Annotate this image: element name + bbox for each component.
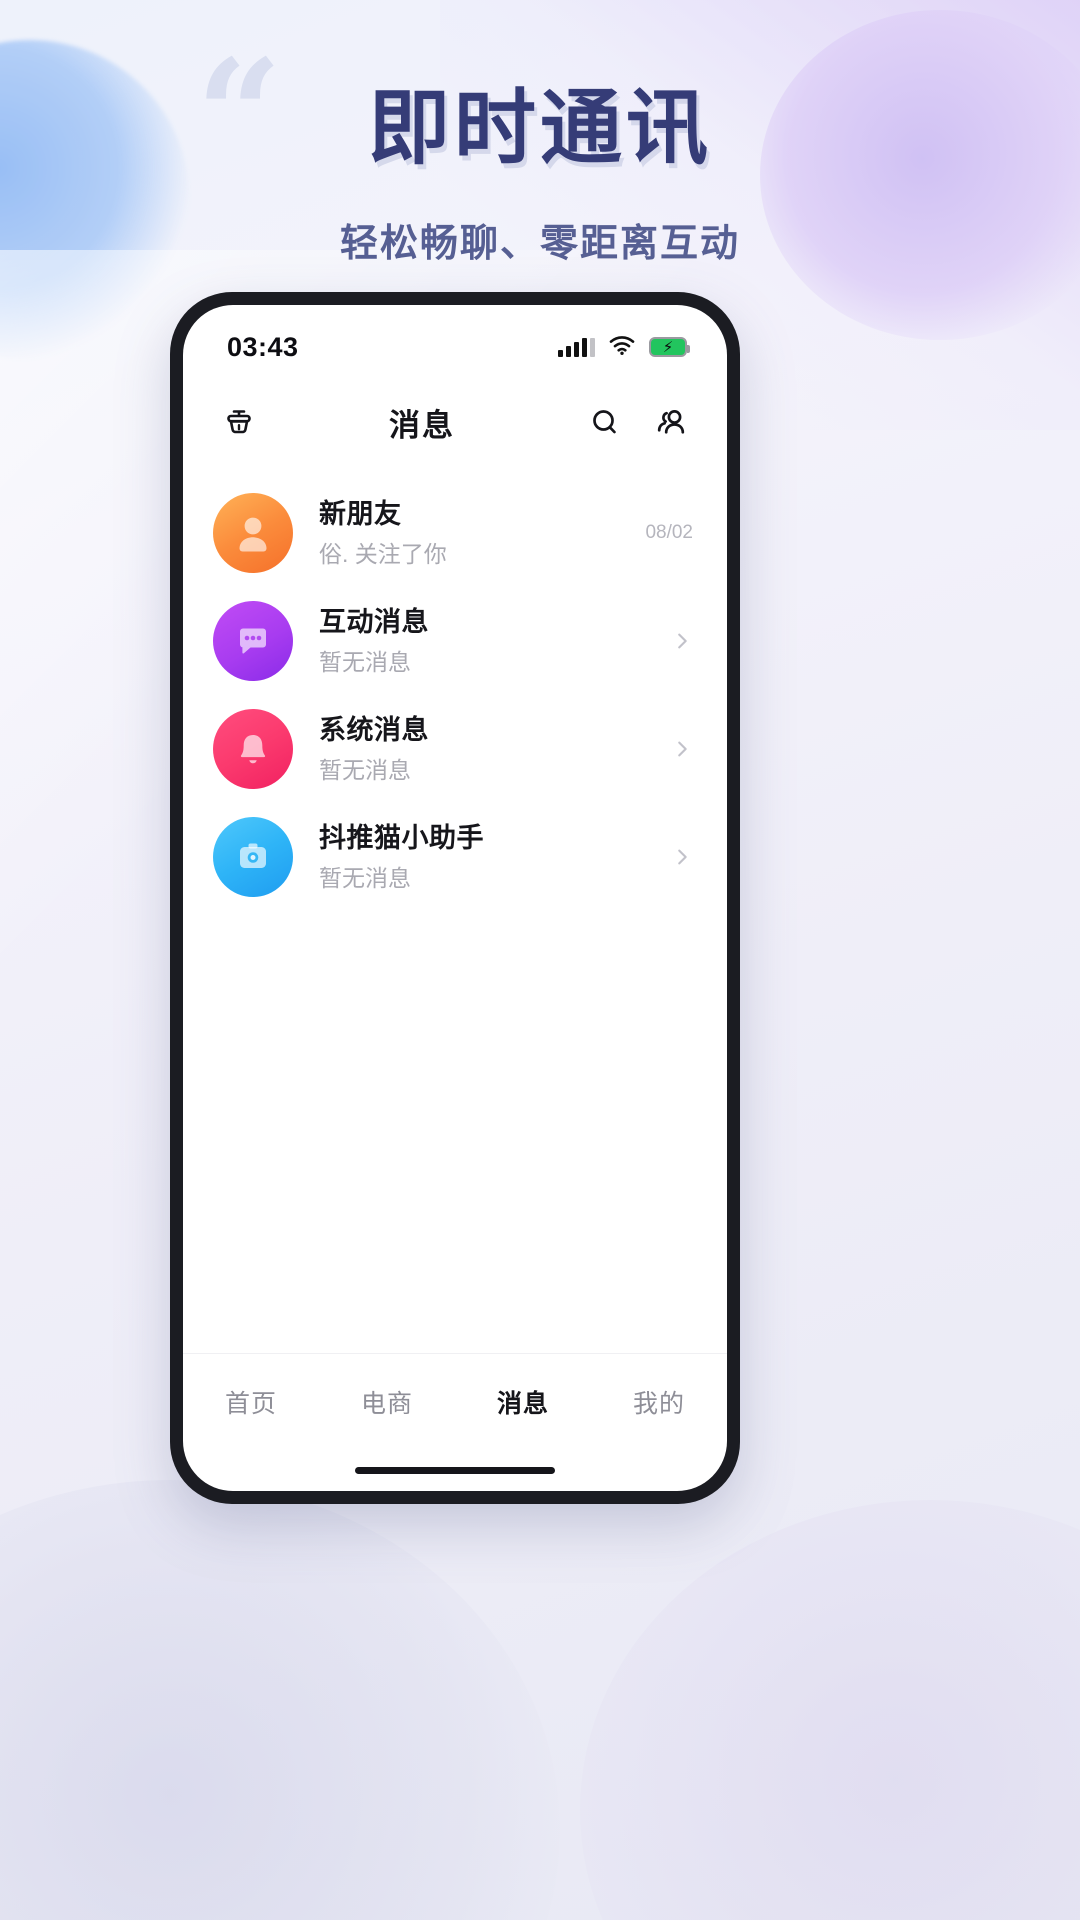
list-item-text: 系统消息 暂无消息 <box>293 714 671 784</box>
list-item-title: 互动消息 <box>319 606 429 637</box>
list-item-time: 08/02 <box>645 522 693 543</box>
shopping-basket-icon[interactable] <box>217 400 261 444</box>
status-bar-clock: 03:43 <box>227 331 299 362</box>
app-nav-bar: 消息 <box>183 379 727 465</box>
tab-home[interactable]: 首页 <box>183 1384 319 1420</box>
list-item-trailing <box>671 846 693 868</box>
avatar <box>213 817 293 897</box>
list-item[interactable]: 系统消息 暂无消息 <box>183 695 727 803</box>
nav-right-actions <box>583 400 693 444</box>
page-subtitle: 轻松畅聊、零距离互动 <box>339 223 740 265</box>
avatar <box>213 493 293 573</box>
wifi-icon <box>609 335 635 360</box>
phone-mockup: 03:43 ⚡ 消息 新朋友 俗. 关注了你 08/02 互动消息 暂无消息 系… <box>170 292 740 1504</box>
bottom-tab-bar: 首页 电商 消息 我的 <box>183 1353 727 1449</box>
hero-section: “ 即时通讯 轻松畅聊、零距离互动 <box>0 0 1080 330</box>
list-item-trailing <box>671 738 693 760</box>
chat-bubble-icon <box>240 628 266 654</box>
status-bar-icons: ⚡ <box>558 335 690 360</box>
tab-messages[interactable]: 消息 <box>455 1384 591 1420</box>
phone-screen: 03:43 ⚡ 消息 新朋友 俗. 关注了你 08/02 互动消息 暂无消息 系… <box>183 305 727 1491</box>
list-item-text: 互动消息 暂无消息 <box>293 606 671 676</box>
status-bar: 03:43 ⚡ <box>183 305 727 379</box>
avatar <box>213 601 293 681</box>
camera-box-icon <box>240 843 266 868</box>
list-item[interactable]: 新朋友 俗. 关注了你 08/02 <box>183 479 727 587</box>
battery-charging-icon: ⚡ <box>649 337 690 357</box>
list-item-title: 系统消息 <box>319 714 429 745</box>
signal-bars-icon <box>558 337 595 357</box>
chevron-right-icon <box>678 849 687 865</box>
background-bottom-left-blob <box>0 1480 560 1920</box>
avatar <box>213 709 293 789</box>
list-item-text: 抖推猫小助手 暂无消息 <box>293 822 671 892</box>
home-indicator-bar <box>355 1466 555 1474</box>
chevron-right-icon <box>678 633 687 649</box>
search-icon[interactable] <box>583 400 627 444</box>
list-item-title: 抖推猫小助手 <box>319 822 484 853</box>
list-item-title: 新朋友 <box>319 498 402 529</box>
list-item-subtitle: 暂无消息 <box>319 756 411 783</box>
tab-profile[interactable]: 我的 <box>591 1384 727 1420</box>
list-item-trailing: 08/02 <box>645 522 693 544</box>
tab-ecommerce[interactable]: 电商 <box>319 1384 455 1420</box>
list-item-subtitle: 俗. 关注了你 <box>319 540 447 567</box>
background-bottom-right-blob <box>580 1500 1080 1920</box>
list-item-subtitle: 暂无消息 <box>319 864 411 891</box>
list-item[interactable]: 抖推猫小助手 暂无消息 <box>183 803 727 911</box>
message-list: 新朋友 俗. 关注了你 08/02 互动消息 暂无消息 系统消息 暂无消息 抖推… <box>183 465 727 1353</box>
list-item-text: 新朋友 俗. 关注了你 <box>293 498 645 568</box>
person-icon <box>239 517 267 552</box>
nav-title: 消息 <box>389 407 455 443</box>
list-item-subtitle: 暂无消息 <box>319 648 411 675</box>
bell-icon <box>240 735 266 764</box>
home-indicator-area <box>183 1449 727 1491</box>
page-title: 即时通讯 <box>367 81 712 176</box>
contacts-icon[interactable] <box>649 400 693 444</box>
list-item[interactable]: 互动消息 暂无消息 <box>183 587 727 695</box>
chevron-right-icon <box>678 741 687 757</box>
list-item-trailing <box>671 630 693 652</box>
